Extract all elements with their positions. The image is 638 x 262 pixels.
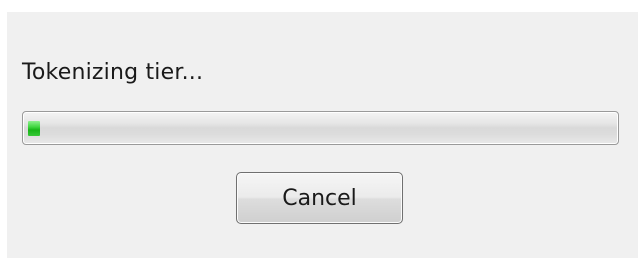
status-label: Tokenizing tier...: [22, 60, 204, 85]
progress-dialog: Tokenizing tier... Cancel: [7, 12, 638, 258]
progress-bar-fill: [28, 121, 40, 136]
cancel-button[interactable]: Cancel: [236, 172, 403, 224]
progress-bar: [22, 111, 619, 145]
